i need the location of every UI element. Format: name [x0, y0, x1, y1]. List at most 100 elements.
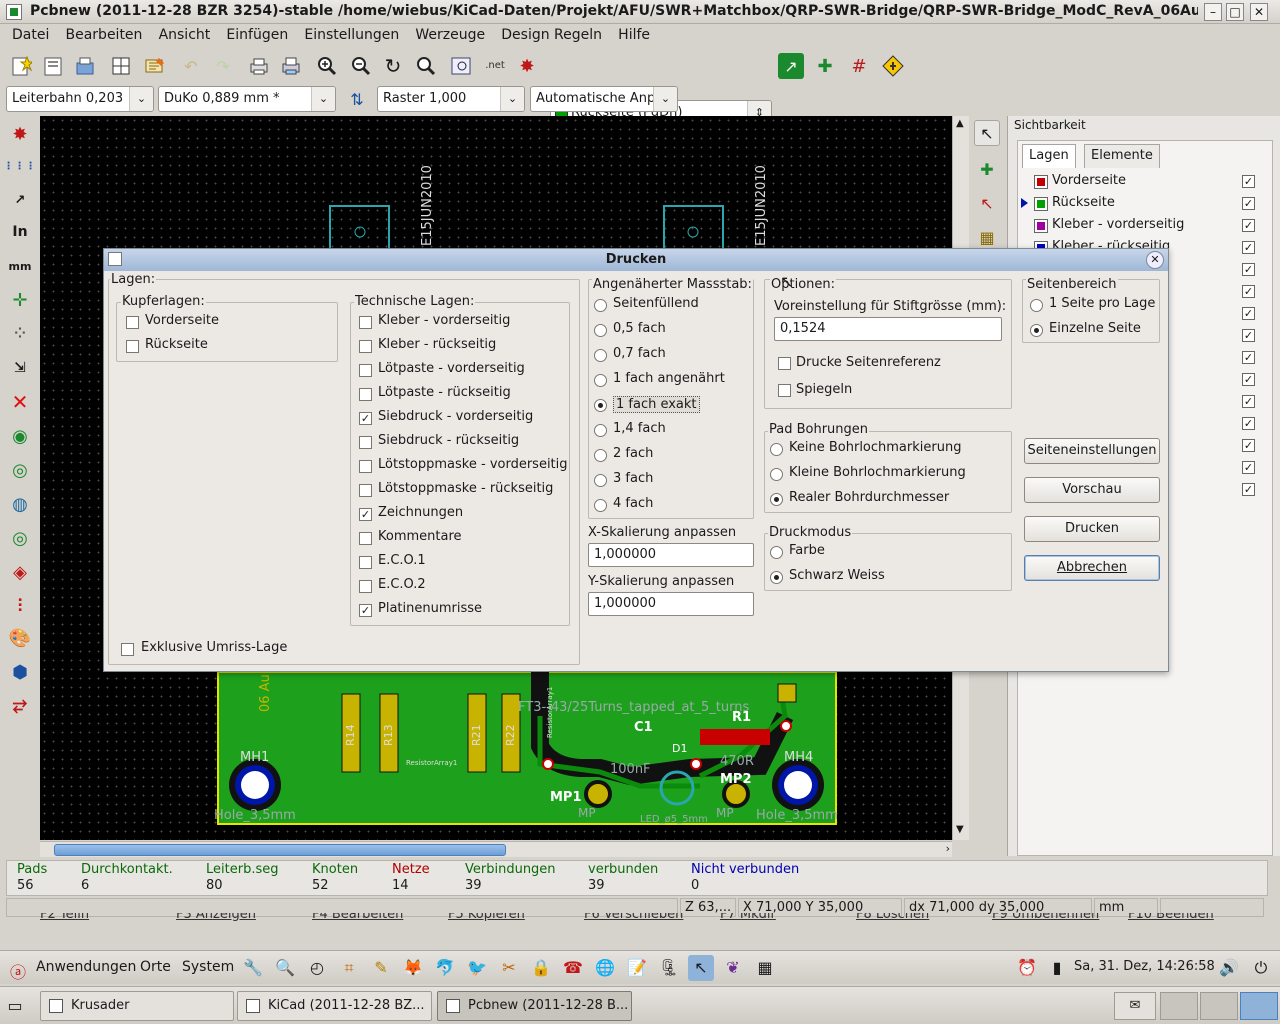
tab-elements[interactable]: Elemente — [1084, 144, 1160, 168]
high-contrast-icon[interactable]: ⫶ — [6, 592, 34, 620]
layer-row[interactable]: Rückseite ✓ — [1020, 193, 1260, 215]
fkey-button[interactable]: F8 Löschen — [856, 913, 929, 922]
fkey-button[interactable]: F4 Bearbeiten — [312, 913, 403, 922]
tech-layer-checkbox[interactable]: ✓ — [359, 604, 372, 617]
launcher-cursor-icon[interactable]: ↖ — [688, 955, 714, 981]
volume-icon[interactable]: 🔊 — [1216, 955, 1242, 981]
menu-werkzeuge[interactable]: Werzeuge — [403, 24, 485, 43]
yscale-input[interactable]: 1,000000 — [588, 592, 754, 616]
inch-units-icon[interactable]: In — [6, 218, 34, 246]
menu-datei[interactable]: Datei — [0, 24, 49, 43]
open-board-icon[interactable] — [40, 53, 66, 79]
workspace-switcher[interactable] — [1160, 992, 1278, 1020]
mail-icon[interactable]: ✉ — [1114, 992, 1156, 1020]
network-icon[interactable]: ▮ — [1044, 955, 1070, 981]
save-icon[interactable] — [72, 53, 98, 79]
launcher-wrench-icon[interactable]: 🔧 — [240, 955, 266, 981]
scale-option-radio[interactable] — [594, 474, 607, 487]
workspace-3[interactable] — [1240, 992, 1278, 1020]
clock[interactable]: Sa, 31. Dez, 14:26:58 — [1074, 959, 1215, 974]
track-sketch-icon[interactable]: ◈ — [6, 558, 34, 586]
layer-visible-checkbox[interactable]: ✓ — [1242, 483, 1255, 496]
drc-bug-icon[interactable]: ✸ — [514, 53, 540, 79]
grid-select[interactable]: Raster 1,000 ⌄ — [377, 86, 525, 112]
layer-visible-checkbox[interactable]: ✓ — [1242, 263, 1255, 276]
mirror-icon[interactable]: ⥂ — [6, 690, 34, 718]
zoom-out-icon[interactable] — [348, 53, 374, 79]
menu-ansicht[interactable]: Ansicht — [147, 24, 211, 43]
layer-color-swatch[interactable] — [1034, 197, 1048, 211]
power-icon[interactable]: ⏻ — [1248, 955, 1274, 981]
close-button[interactable]: ✕ — [1250, 3, 1268, 21]
tech-layer-checkbox[interactable] — [359, 436, 372, 449]
layer-visible-checkbox[interactable]: ✓ — [1242, 329, 1255, 342]
scroll-down-icon[interactable]: ▼ — [956, 824, 964, 835]
tech-layer-checkbox[interactable] — [359, 388, 372, 401]
tech-layer-checkbox[interactable] — [359, 556, 372, 569]
zone-outline-icon[interactable]: ◎ — [6, 456, 34, 484]
scale-option-radio[interactable] — [594, 424, 607, 437]
layer-visible-checkbox[interactable]: ✓ — [1242, 175, 1255, 188]
autoroute-icon[interactable]: ↗ — [778, 53, 804, 79]
horizontal-scrollbar[interactable]: › — [40, 841, 952, 857]
pad-option-radio[interactable] — [770, 443, 783, 456]
launcher-tools-icon[interactable]: ✂ — [496, 955, 522, 981]
layer-visible-checkbox[interactable]: ✓ — [1242, 219, 1255, 232]
auto-delete-icon[interactable]: ✕ — [6, 388, 34, 416]
via-size-select[interactable]: DuKo 0,889 mm * ⌄ — [158, 86, 336, 112]
scale-option-radio[interactable] — [594, 349, 607, 362]
undo-icon[interactable]: ↶ — [178, 53, 204, 79]
select-arrow-icon[interactable]: ↖ — [974, 120, 1000, 146]
tech-layer-checkbox[interactable] — [359, 484, 372, 497]
task-button[interactable]: KiCad (2011-12-28 BZ... — [237, 991, 432, 1021]
tech-layer-checkbox[interactable] — [359, 580, 372, 593]
task-button[interactable]: Krusader — [40, 991, 234, 1021]
layer-visible-checkbox[interactable]: ✓ — [1242, 395, 1255, 408]
launcher-emacs-icon[interactable]: ❦ — [720, 955, 746, 981]
menu-bearbeiten[interactable]: Bearbeiten — [54, 24, 143, 43]
scroll-up-icon[interactable]: ▲ — [956, 118, 964, 129]
mm-units-icon[interactable]: mm — [6, 252, 34, 280]
polar-coords-icon[interactable]: ↗ — [6, 186, 34, 214]
workspace-2[interactable] — [1200, 992, 1238, 1020]
launcher-dolphin-icon[interactable]: 🐬 — [432, 955, 458, 981]
netlist-icon[interactable]: .net — [482, 52, 508, 78]
redo-icon[interactable]: ↷ — [210, 53, 236, 79]
module-ratsnest-icon[interactable]: ⇲ — [6, 354, 34, 382]
scale-option-radio[interactable] — [594, 324, 607, 337]
cancel-button[interactable]: Abbrechen — [1024, 555, 1160, 581]
pad-option-radio[interactable] — [770, 468, 783, 481]
launcher-calculator-icon[interactable]: ▦ — [752, 955, 778, 981]
print-button[interactable]: Drucken — [1024, 516, 1160, 542]
find-icon[interactable] — [448, 53, 474, 79]
mode-option-radio[interactable] — [770, 571, 783, 584]
new-board-icon[interactable] — [8, 53, 34, 79]
range-option-radio[interactable] — [1030, 299, 1043, 312]
menu-places[interactable]: Orte — [140, 959, 171, 975]
show-desktop-icon[interactable]: ▭ — [2, 993, 28, 1019]
layer-visible-checkbox[interactable]: ✓ — [1242, 307, 1255, 320]
launcher-globe-icon[interactable]: 🌐 — [592, 955, 618, 981]
layer-visible-checkbox[interactable]: ✓ — [1242, 197, 1255, 210]
copper-layer-checkbox[interactable] — [126, 316, 139, 329]
menu-applications[interactable]: Anwendungen — [36, 959, 136, 975]
launcher-chart-icon[interactable]: ⌗ — [336, 955, 362, 981]
workspace-1[interactable] — [1160, 992, 1198, 1020]
launcher-bird-icon[interactable]: 🐦 — [464, 955, 490, 981]
layer-visible-checkbox[interactable]: ✓ — [1242, 417, 1255, 430]
microwave-icon[interactable] — [880, 53, 906, 79]
xscale-input[interactable]: 1,000000 — [588, 543, 754, 567]
highlight-net-icon[interactable]: ✚ — [974, 156, 1000, 182]
dialog-close-icon[interactable]: ✕ — [1146, 251, 1164, 269]
layer-visible-checkbox[interactable]: ✓ — [1242, 461, 1255, 474]
pad-option-radio[interactable] — [770, 493, 783, 506]
zoom-in-icon[interactable] — [314, 53, 340, 79]
copper-layer-checkbox[interactable] — [126, 340, 139, 353]
menu-einstellungen[interactable]: Einstellungen — [292, 24, 399, 43]
fkey-button[interactable]: F10 Beenden — [1128, 913, 1214, 922]
grid-toggle-icon[interactable]: ⋮⋮⋮ — [4, 152, 36, 180]
layer-row[interactable]: Kleber - vorderseitig ✓ — [1020, 215, 1260, 237]
tab-layers[interactable]: Lagen — [1022, 144, 1076, 168]
mirror-checkbox[interactable] — [778, 384, 791, 397]
mode-option-radio[interactable] — [770, 546, 783, 559]
